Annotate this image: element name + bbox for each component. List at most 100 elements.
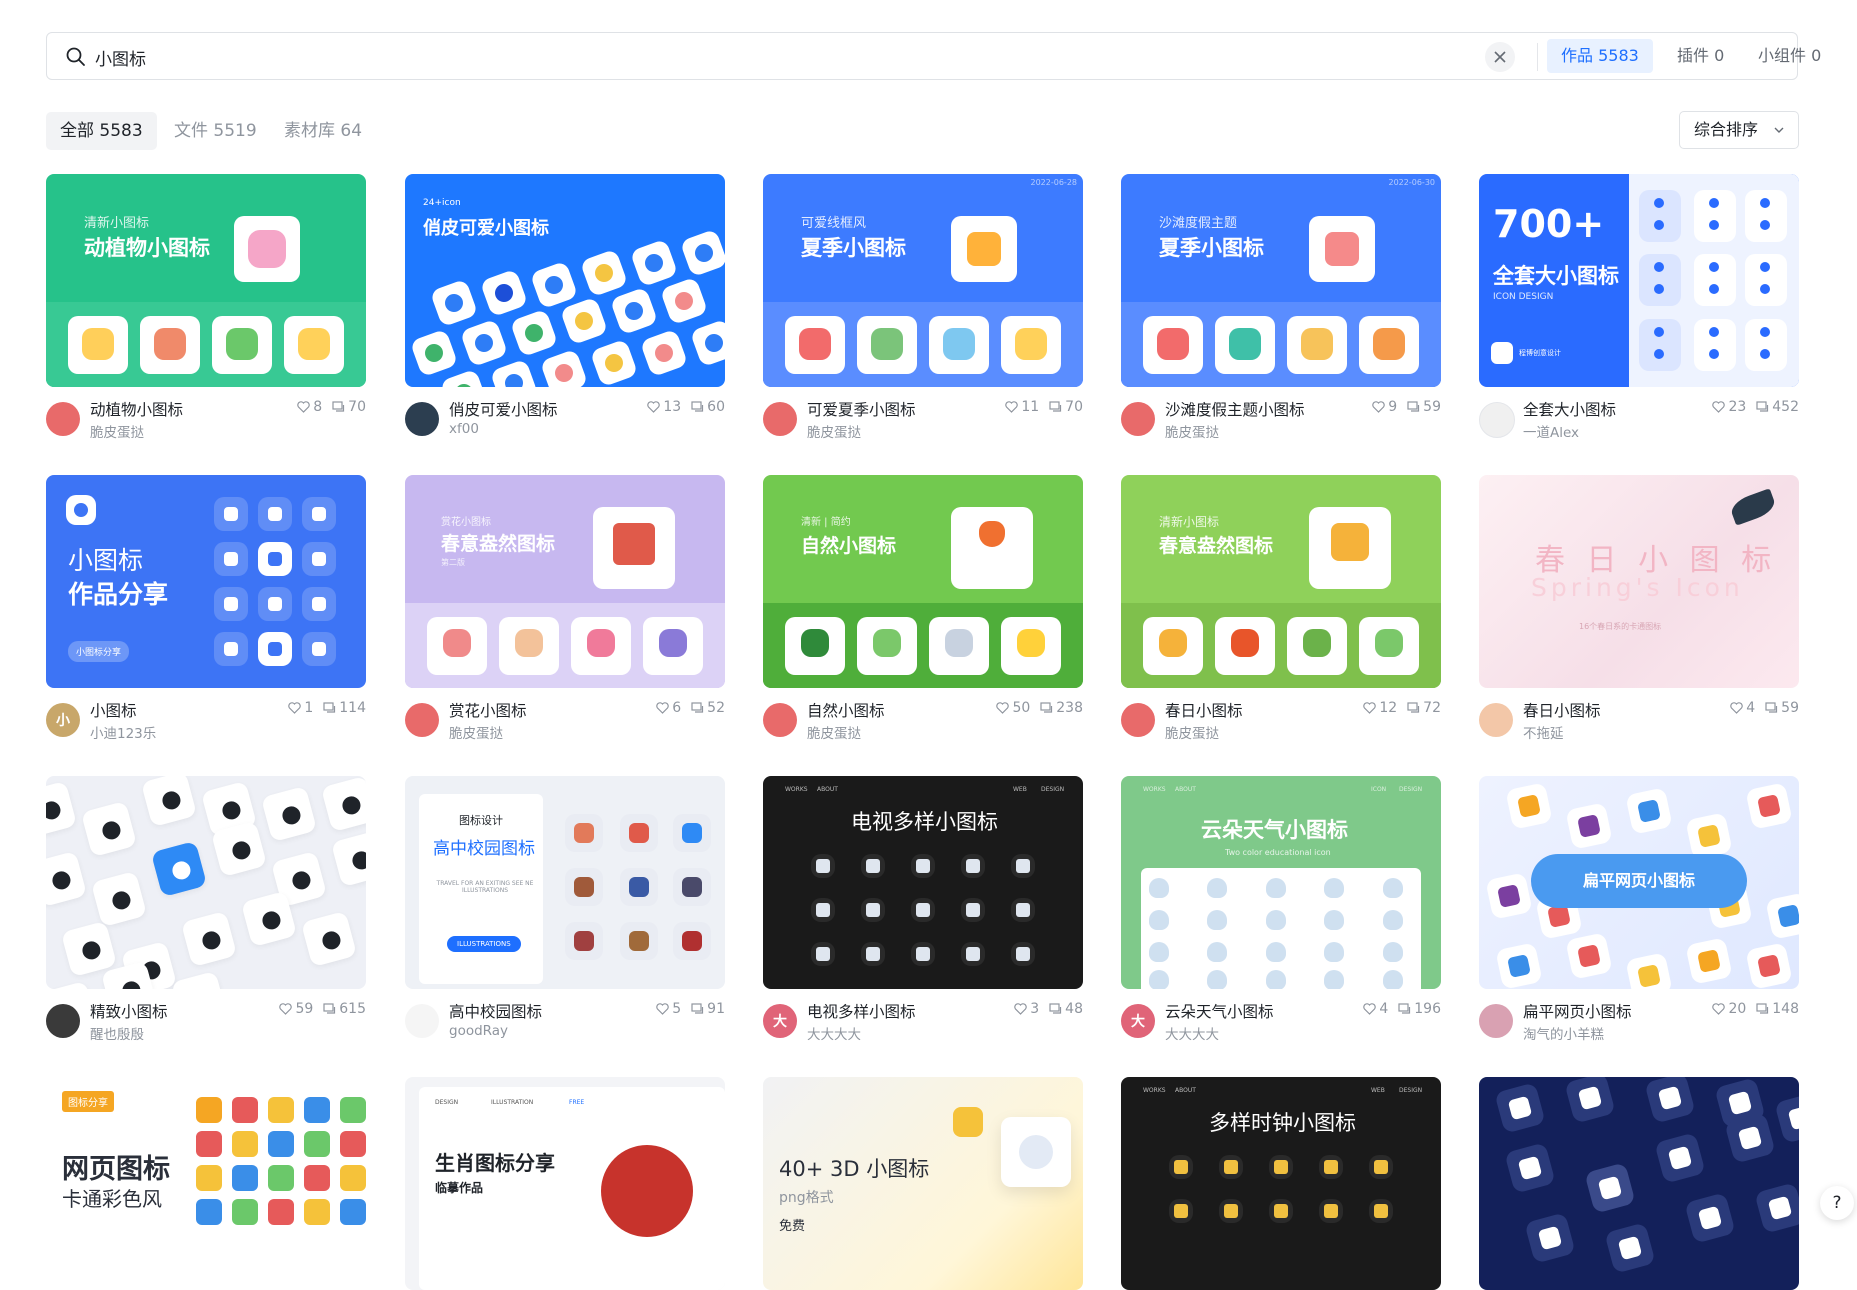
author-name[interactable]: 不拖延	[1523, 722, 1564, 742]
author-avatar[interactable]	[1479, 402, 1515, 438]
filter-tab-library[interactable]: 素材库 64	[270, 112, 376, 150]
work-card[interactable]: 扁平网页小图标 扁平网页小图标 淘气的小羊糕 20 148	[1479, 776, 1799, 1046]
author-avatar[interactable]	[46, 402, 80, 436]
comment-count[interactable]: 52	[691, 700, 725, 716]
like-count[interactable]: 23	[1712, 399, 1746, 415]
filter-tab-files[interactable]: 文件 5519	[160, 112, 271, 150]
like-count[interactable]: 3	[1014, 1001, 1039, 1017]
comment-count[interactable]: 60	[691, 399, 725, 415]
work-title[interactable]: 可爱夏季小图标	[807, 398, 916, 420]
work-title[interactable]: 自然小图标	[807, 699, 885, 721]
work-title[interactable]: 俏皮可爱小图标	[449, 398, 558, 420]
author-avatar[interactable]	[1121, 703, 1155, 737]
author-avatar[interactable]: 小	[46, 703, 80, 737]
work-title[interactable]: 赏花小图标	[449, 699, 527, 721]
work-card[interactable]: 清新小图标 动植物小图标 动植物小图标 脆皮蛋挞 8 70	[46, 174, 366, 444]
work-thumbnail[interactable]: 图标设计 高中校园图标 TRAVEL FOR AN EXITING SEE NE I…	[405, 776, 725, 989]
like-count[interactable]: 9	[1372, 399, 1397, 415]
like-count[interactable]: 20	[1712, 1001, 1746, 1017]
author-name[interactable]: 醒也殷殷	[90, 1023, 144, 1043]
help-button[interactable]: ?	[1820, 1186, 1854, 1220]
author-avatar[interactable]	[1479, 1004, 1513, 1038]
work-thumbnail[interactable]: WORKS ABOUT WEB DESIGN 电视多样小图标	[763, 776, 1083, 989]
clear-search-button[interactable]	[1485, 42, 1515, 72]
author-name[interactable]: 大大大大	[807, 1023, 861, 1043]
sort-dropdown[interactable]: 综合排序	[1679, 111, 1799, 149]
work-card[interactable]: 24+icon 俏皮可爱小图标俏皮可爱小图标 xf00 13 60	[405, 174, 725, 444]
work-card[interactable]: 图标分享 网页图标 卡通彩色风	[46, 1077, 366, 1290]
work-thumbnail[interactable]: 2022-06-28 可爱线框风 夏季小图标	[763, 174, 1083, 387]
work-thumbnail[interactable]: 赏花小图标 春意盎然图标 第二版	[405, 475, 725, 688]
author-name[interactable]: 脆皮蛋挞	[1165, 421, 1219, 441]
comment-count[interactable]: 72	[1407, 700, 1441, 716]
work-card[interactable]: 小图标 作品分享 小图标分享小小图标 小迪123乐 1 114	[46, 475, 366, 745]
work-thumbnail[interactable]: 清新小图标 春意盎然图标	[1121, 475, 1441, 688]
work-title[interactable]: 动植物小图标	[90, 398, 183, 420]
comment-count[interactable]: 59	[1407, 399, 1441, 415]
like-count[interactable]: 4	[1363, 1001, 1388, 1017]
work-thumbnail[interactable]: 2022-06-30 沙滩度假主题 夏季小图标	[1121, 174, 1441, 387]
like-count[interactable]: 8	[297, 399, 322, 415]
comment-count[interactable]: 70	[1049, 399, 1083, 415]
like-count[interactable]: 6	[656, 700, 681, 716]
work-card[interactable]: 40+ 3D 小图标 png格式 免费	[763, 1077, 1083, 1290]
work-title[interactable]: 全套大小图标	[1523, 398, 1616, 420]
like-count[interactable]: 5	[656, 1001, 681, 1017]
work-title[interactable]: 小图标	[90, 699, 137, 721]
author-name[interactable]: 淘气的小羊糕	[1523, 1023, 1604, 1043]
work-card[interactable]: 春 日 小 图 标 Spring's Icon 16个春日系的卡通图标 春日小图标 不拖…	[1479, 475, 1799, 745]
author-avatar[interactable]	[405, 1004, 439, 1038]
author-avatar[interactable]	[763, 402, 797, 436]
author-avatar[interactable]: 大	[763, 1004, 797, 1038]
comment-count[interactable]: 196	[1398, 1001, 1441, 1017]
author-avatar[interactable]	[405, 402, 439, 436]
work-card[interactable]: 2022-06-30 沙滩度假主题 夏季小图标沙滩度假主题小图标 脆皮蛋挞 9 59	[1121, 174, 1441, 444]
work-title[interactable]: 沙滩度假主题小图标	[1165, 398, 1305, 420]
like-count[interactable]: 1	[288, 700, 313, 716]
comment-count[interactable]: 48	[1049, 1001, 1083, 1017]
comment-count[interactable]: 238	[1040, 700, 1083, 716]
author-avatar[interactable]	[46, 1004, 80, 1038]
search-tab-plugins[interactable]: 插件 0	[1663, 39, 1738, 73]
work-title[interactable]: 精致小图标	[90, 1000, 168, 1022]
work-card[interactable]	[1479, 1077, 1799, 1290]
author-avatar[interactable]	[1479, 703, 1513, 737]
author-name[interactable]: xf00	[449, 421, 479, 437]
work-thumbnail[interactable]: 春 日 小 图 标 Spring's Icon 16个春日系的卡通图标	[1479, 475, 1799, 688]
comment-count[interactable]: 91	[691, 1001, 725, 1017]
work-title[interactable]: 春日小图标	[1165, 699, 1243, 721]
work-thumbnail[interactable]	[1479, 1077, 1799, 1290]
work-card[interactable]: 清新 | 简约 自然小图标 自然小图标 脆皮蛋挞 50 238	[763, 475, 1083, 745]
work-card[interactable]: WORKS ABOUT ICON DESIGN 云朵天气小图标 Two color edu…	[1121, 776, 1441, 1046]
work-card[interactable]: DESIGN ILLUSTRATION FREE 生肖图标分享 临摹作品	[405, 1077, 725, 1290]
like-count[interactable]: 13	[647, 399, 681, 415]
work-title[interactable]: 云朵天气小图标	[1165, 1000, 1274, 1022]
work-thumbnail[interactable]: 24+icon 俏皮可爱小图标	[405, 174, 725, 387]
work-thumbnail[interactable]: 700+ 全套大小图标 ICON DESIGN 程博创意设计	[1479, 174, 1799, 387]
comment-count[interactable]: 114	[323, 700, 366, 716]
work-card[interactable]: 700+ 全套大小图标 ICON DESIGN 程博创意设计 全套大小图标 一道Alex 2…	[1479, 174, 1799, 444]
like-count[interactable]: 12	[1363, 700, 1397, 716]
comment-count[interactable]: 148	[1756, 1001, 1799, 1017]
work-card[interactable]: 精致小图标 醒也殷殷 59 615	[46, 776, 366, 1046]
work-thumbnail[interactable]: WORKS ABOUT WEB DESIGN 多样时钟小图标	[1121, 1077, 1441, 1290]
like-count[interactable]: 11	[1005, 399, 1039, 415]
author-avatar[interactable]	[405, 703, 439, 737]
work-thumbnail[interactable]: 小图标 作品分享 小图标分享	[46, 475, 366, 688]
work-title[interactable]: 高中校园图标	[449, 1000, 542, 1022]
author-name[interactable]: 脆皮蛋挞	[449, 722, 503, 742]
comment-count[interactable]: 59	[1765, 700, 1799, 716]
work-card[interactable]: 清新小图标 春意盎然图标春日小图标 脆皮蛋挞 12 72	[1121, 475, 1441, 745]
work-thumbnail[interactable]: WORKS ABOUT ICON DESIGN 云朵天气小图标 Two color edu…	[1121, 776, 1441, 989]
work-card[interactable]: 2022-06-28 可爱线框风 夏季小图标可爱夏季小图标 脆皮蛋挞 11 70	[763, 174, 1083, 444]
work-thumbnail[interactable]: 40+ 3D 小图标 png格式 免费	[763, 1077, 1083, 1290]
author-name[interactable]: goodRay	[449, 1023, 508, 1039]
work-title[interactable]: 扁平网页小图标	[1523, 1000, 1632, 1022]
work-thumbnail[interactable]	[46, 776, 366, 989]
author-name[interactable]: 脆皮蛋挞	[1165, 722, 1219, 742]
comment-count[interactable]: 615	[323, 1001, 366, 1017]
author-name[interactable]: 脆皮蛋挞	[807, 421, 861, 441]
author-name[interactable]: 小迪123乐	[90, 722, 156, 742]
work-thumbnail[interactable]: DESIGN ILLUSTRATION FREE 生肖图标分享 临摹作品	[405, 1077, 725, 1290]
author-name[interactable]: 脆皮蛋挞	[90, 421, 144, 441]
